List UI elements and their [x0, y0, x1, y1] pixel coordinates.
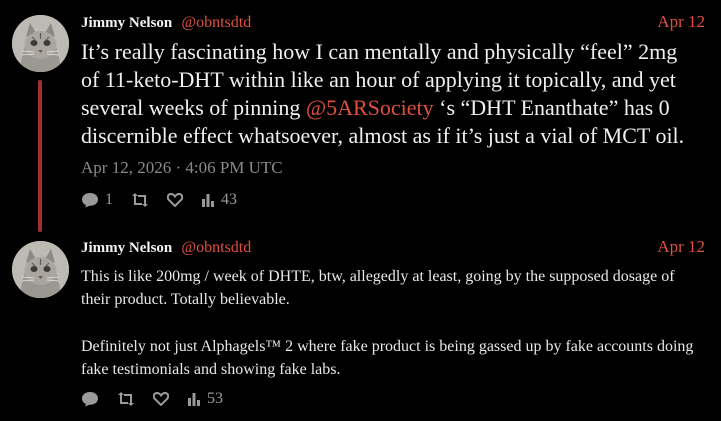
heart-icon	[153, 392, 169, 406]
heart-icon	[167, 193, 183, 207]
stats-icon	[187, 392, 201, 406]
post-2: Jimmy Nelson @obntsdtd Apr 12 This is li…	[0, 236, 721, 421]
mention-link[interactable]: @5ARSociety	[306, 95, 434, 120]
author-name[interactable]: Jimmy Nelson	[81, 240, 172, 256]
comment-icon	[81, 391, 99, 407]
stats-count: 43	[221, 191, 237, 208]
stats-icon	[201, 193, 215, 207]
post-actions: 53	[81, 389, 241, 409]
post-paragraph: This is like 200mg / week of DHTE, btw, …	[81, 268, 675, 308]
retweet-icon	[117, 392, 135, 406]
like-button[interactable]	[167, 193, 183, 207]
author-handle[interactable]: @obntsdtd	[181, 14, 251, 31]
avatar[interactable]	[12, 15, 69, 72]
avatar[interactable]	[12, 241, 69, 298]
post-date-link[interactable]: Apr 12	[657, 12, 705, 32]
reply-button[interactable]: 1	[81, 191, 113, 209]
author-handle[interactable]: @obntsdtd	[181, 239, 251, 256]
reply-count: 1	[105, 191, 113, 208]
post-header: Jimmy Nelson @obntsdtd Apr 12	[81, 237, 705, 259]
comment-icon	[81, 192, 99, 208]
post-timestamp[interactable]: Apr 12, 2026 · 4:06 PM UTC	[81, 158, 283, 178]
post-text: This is like 200mg / week of DHTE, btw, …	[81, 265, 701, 381]
thread-connector	[38, 80, 42, 232]
post-paragraph: Definitely not just Alphagels™ 2 where f…	[81, 338, 694, 378]
retweet-button[interactable]	[131, 193, 149, 207]
like-button[interactable]	[153, 392, 169, 406]
author-name[interactable]: Jimmy Nelson	[81, 15, 172, 31]
retweet-button[interactable]	[117, 392, 135, 406]
post-actions: 1 43	[81, 190, 255, 210]
reply-button[interactable]	[81, 391, 99, 407]
stats-button[interactable]: 43	[201, 191, 237, 209]
post-date-link[interactable]: Apr 12	[657, 237, 705, 257]
stats-count: 53	[207, 390, 223, 407]
post-header: Jimmy Nelson @obntsdtd Apr 12	[81, 12, 705, 34]
stats-button[interactable]: 53	[187, 390, 223, 408]
post-1: Jimmy Nelson @obntsdtd Apr 12 It’s reall…	[0, 0, 721, 236]
post-text: It’s really fascinating how I can mental…	[81, 38, 696, 150]
retweet-icon	[131, 193, 149, 207]
